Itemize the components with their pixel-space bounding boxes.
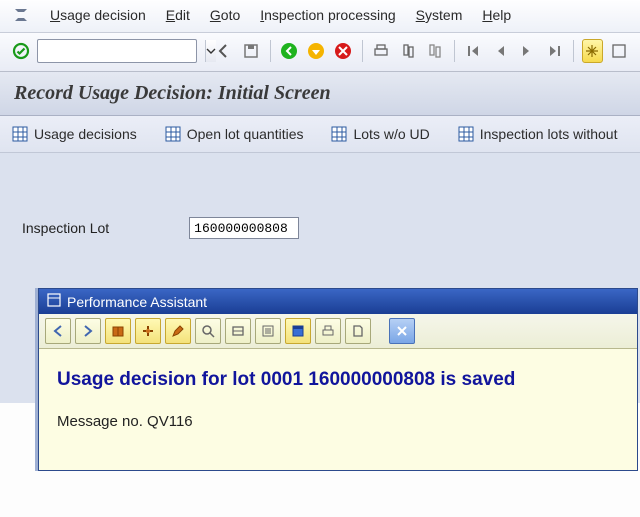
menu-help[interactable]: Help xyxy=(482,7,511,23)
pa-message: Message no. QV116 xyxy=(57,413,619,430)
menu-system[interactable]: System xyxy=(416,7,463,23)
performance-assistant-window: Performance Assistant Usage decision for… xyxy=(38,288,638,471)
separator xyxy=(454,40,455,62)
performance-assistant-toolbar xyxy=(39,314,637,349)
next-page-button[interactable] xyxy=(517,39,538,63)
enter-button[interactable] xyxy=(10,39,31,63)
cancel-button[interactable] xyxy=(333,39,354,63)
separator xyxy=(362,40,363,62)
new-session-button[interactable] xyxy=(582,39,603,63)
command-input[interactable] xyxy=(38,40,205,62)
pa-forward-button[interactable] xyxy=(75,318,101,344)
menu-edit[interactable]: Edit xyxy=(166,7,190,23)
exit-button[interactable] xyxy=(306,39,327,63)
find-button[interactable] xyxy=(398,39,419,63)
inspection-lot-label: Inspection Lot xyxy=(22,220,109,236)
inspection-lot-input[interactable] xyxy=(189,217,299,239)
menubar: Usage decision Edit Goto Inspection proc… xyxy=(0,0,640,33)
inspection-lot-row: Inspection Lot xyxy=(22,217,299,239)
layout-button[interactable] xyxy=(609,39,630,63)
last-page-button[interactable] xyxy=(544,39,565,63)
separator xyxy=(270,40,271,62)
page-title: Record Usage Decision: Initial Screen xyxy=(0,72,640,116)
app-btn-label: Usage decisions xyxy=(34,126,137,142)
performance-assistant-titlebar[interactable]: Performance Assistant xyxy=(39,289,637,314)
standard-toolbar xyxy=(0,33,640,72)
pa-print-button[interactable] xyxy=(315,318,341,344)
pa-where-used-button[interactable] xyxy=(225,318,251,344)
performance-assistant-body: Usage decision for lot 0001 160000000808… xyxy=(39,349,637,470)
pa-book-button[interactable] xyxy=(105,318,131,344)
app-btn-usage-decisions[interactable]: Usage decisions xyxy=(12,126,137,142)
window-icon xyxy=(47,293,61,310)
app-btn-inspection-lots-without[interactable]: Inspection lots without xyxy=(458,126,618,142)
grid-icon xyxy=(165,126,181,142)
app-btn-lots-without-ud[interactable]: Lots w/o UD xyxy=(331,126,429,142)
menu-goto[interactable]: Goto xyxy=(210,7,240,23)
app-btn-label: Lots w/o UD xyxy=(353,126,429,142)
menu-usage-decision[interactable]: Usage decision xyxy=(50,7,146,23)
prev-page-button[interactable] xyxy=(490,39,511,63)
grid-icon xyxy=(458,126,474,142)
app-btn-label: Open lot quantities xyxy=(187,126,304,142)
separator xyxy=(573,40,574,62)
back-green-button[interactable] xyxy=(279,39,300,63)
app-btn-label: Inspection lots without xyxy=(480,126,618,142)
save-button[interactable] xyxy=(241,39,262,63)
first-page-button[interactable] xyxy=(463,39,484,63)
app-btn-open-lot-quantities[interactable]: Open lot quantities xyxy=(165,126,304,142)
application-toolbar: Usage decisions Open lot quantities Lots… xyxy=(0,116,640,153)
pa-list-button[interactable] xyxy=(255,318,281,344)
find-next-button[interactable] xyxy=(425,39,446,63)
pa-back-button[interactable] xyxy=(45,318,71,344)
pa-heading: Usage decision for lot 0001 160000000808… xyxy=(57,369,619,391)
print-button[interactable] xyxy=(371,39,392,63)
pa-maximize-button[interactable] xyxy=(285,318,311,344)
pa-edit-button[interactable] xyxy=(165,318,191,344)
menu-indicator-icon xyxy=(12,6,30,24)
grid-icon xyxy=(331,126,347,142)
pa-close-button[interactable] xyxy=(389,318,415,344)
command-field[interactable] xyxy=(37,39,197,63)
performance-assistant-title: Performance Assistant xyxy=(67,294,207,310)
separator xyxy=(205,40,206,62)
pa-search-button[interactable] xyxy=(195,318,221,344)
grid-icon xyxy=(12,126,28,142)
pa-document-button[interactable] xyxy=(345,318,371,344)
pa-tech-info-button[interactable] xyxy=(135,318,161,344)
back-button[interactable] xyxy=(214,39,235,63)
menu-inspection-processing[interactable]: Inspection processing xyxy=(260,7,395,23)
